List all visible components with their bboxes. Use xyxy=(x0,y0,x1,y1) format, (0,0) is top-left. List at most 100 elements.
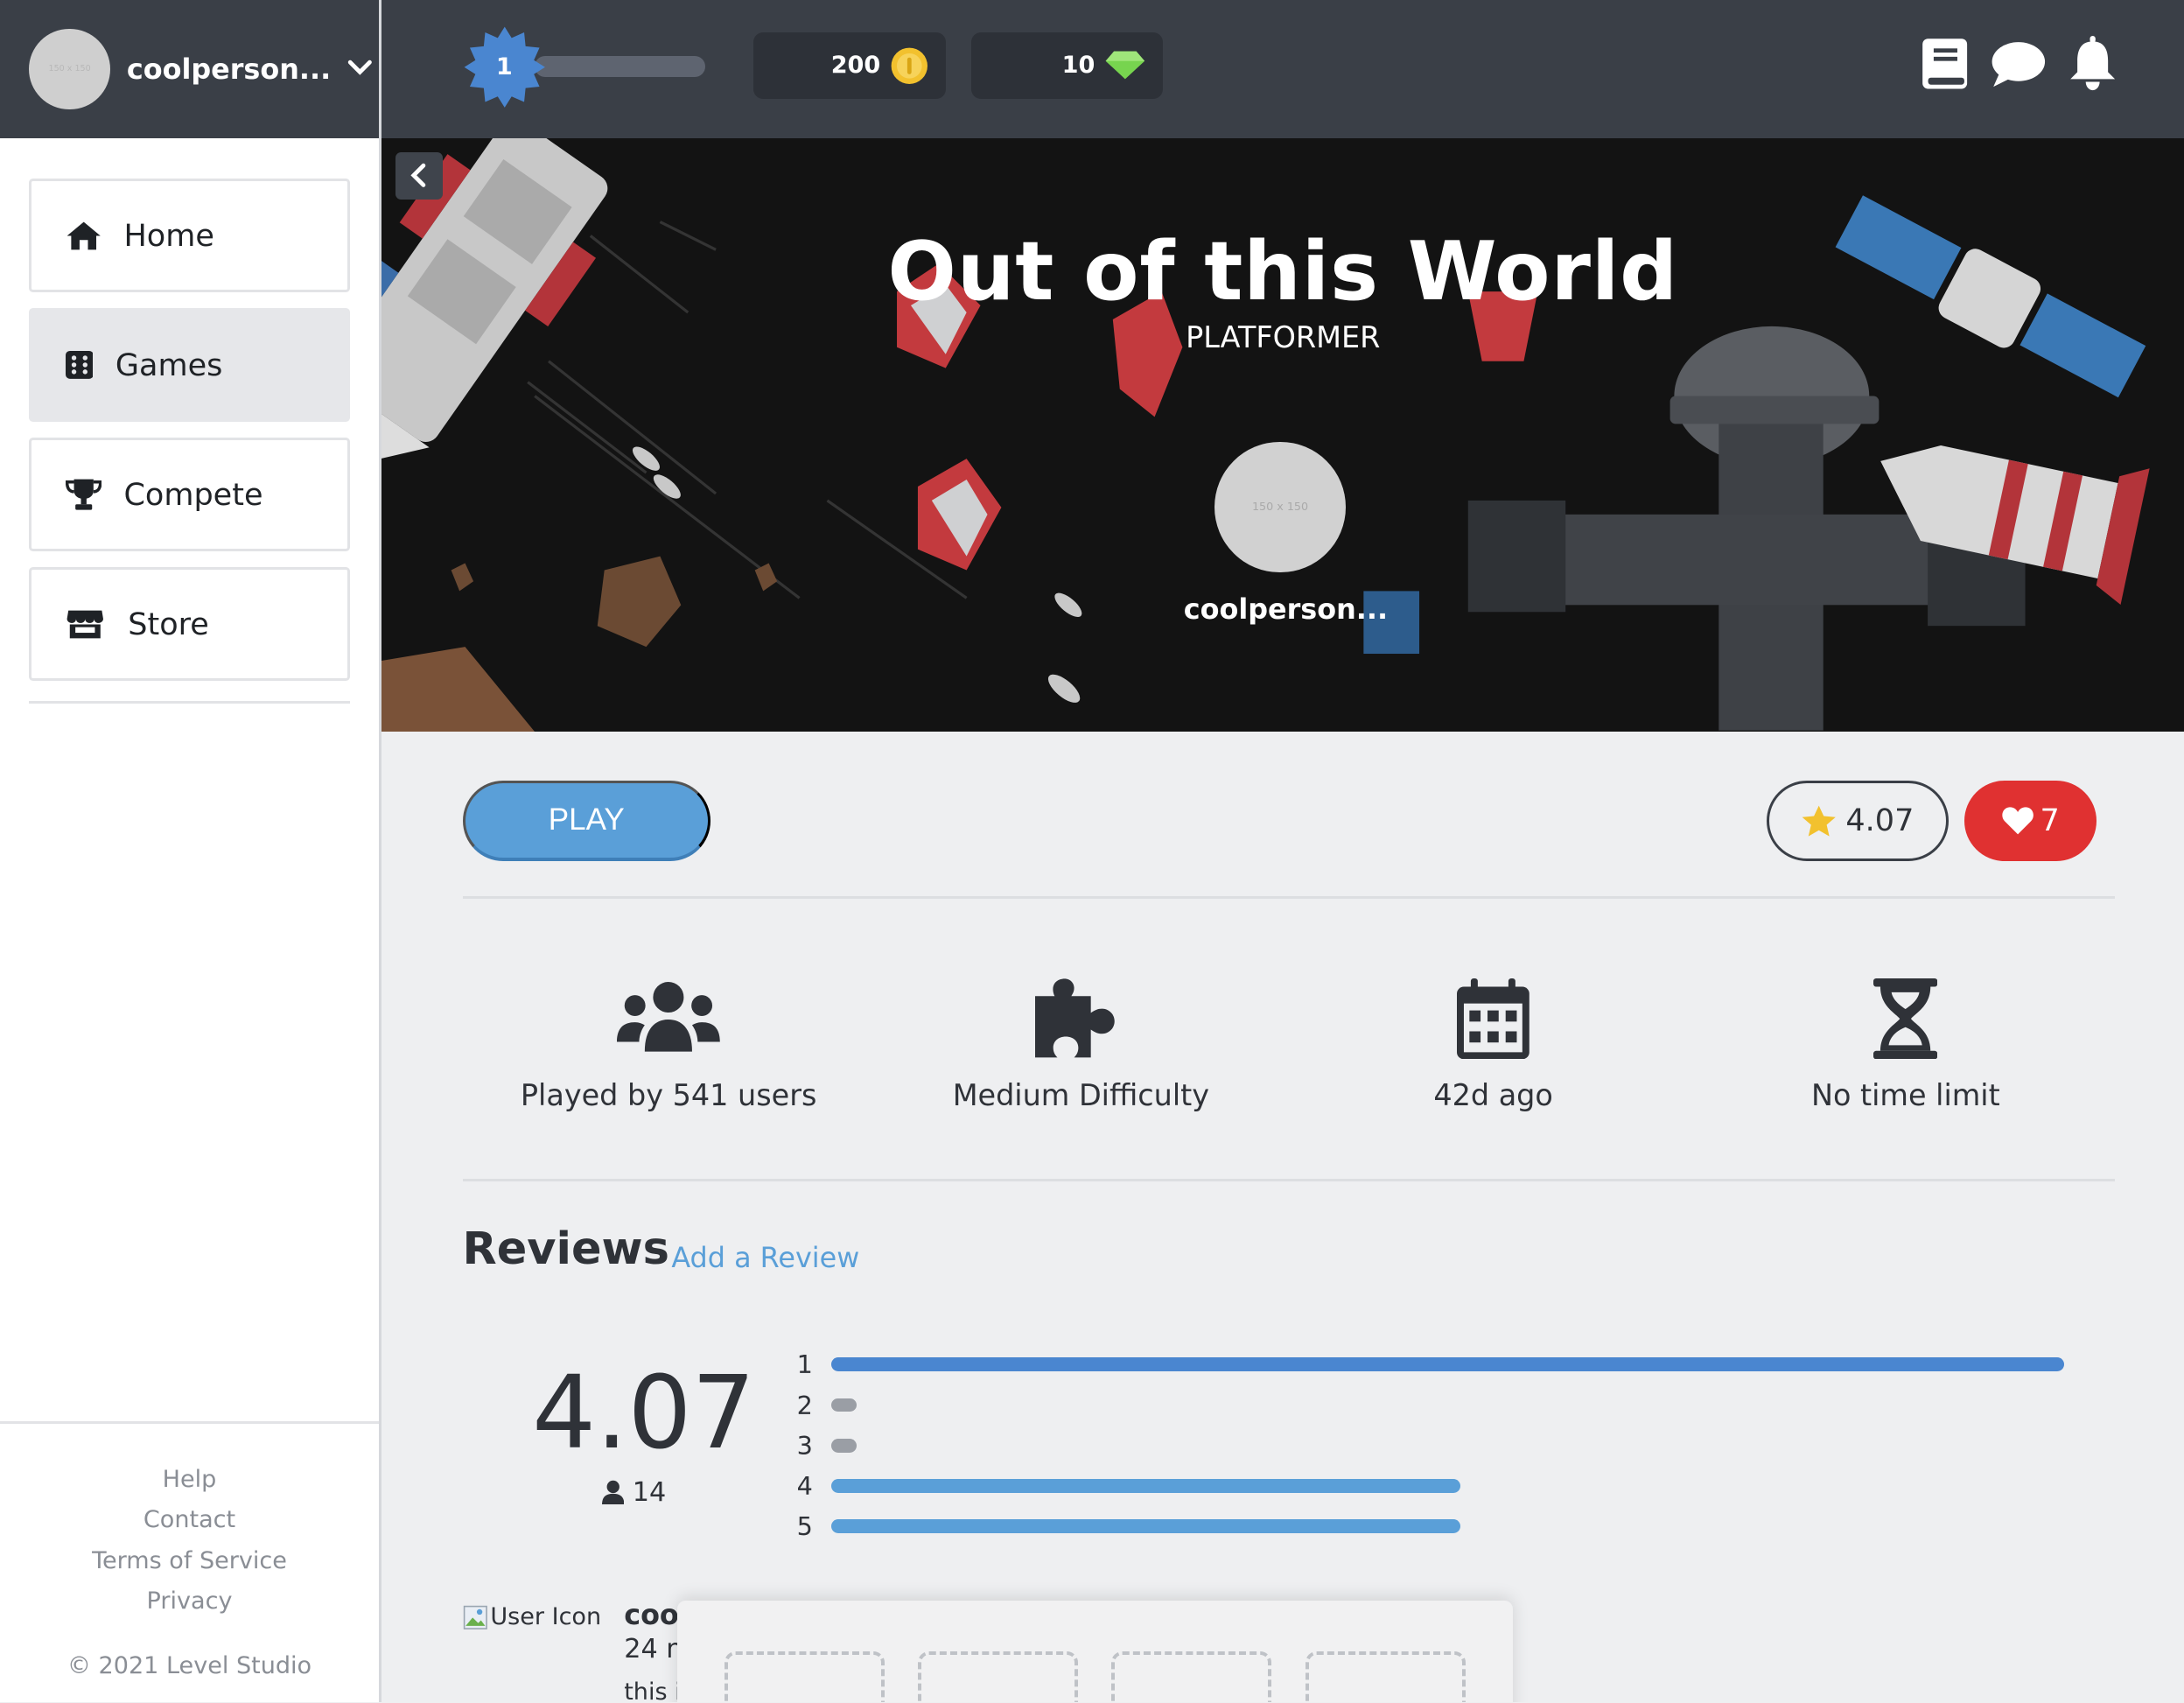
store-icon xyxy=(66,609,108,640)
terms-link[interactable]: Terms of Service xyxy=(0,1541,379,1581)
privacy-link[interactable]: Privacy xyxy=(0,1581,379,1622)
xp-progress-bar xyxy=(535,55,705,77)
puzzle-icon xyxy=(875,975,1287,1062)
sidebar: 150 x 150 coolperson... Home Games Compe… xyxy=(0,0,382,1703)
nav-item-compete[interactable]: Compete xyxy=(29,437,350,552)
game-stats: Played by 541 users Medium Difficulty 42… xyxy=(463,975,2115,1114)
stat-time-limit: No time limit xyxy=(1699,975,2111,1112)
sidebar-footer: Help Contact Terms of Service Privacy © … xyxy=(0,1420,380,1703)
rating-bar xyxy=(831,1438,857,1453)
play-button[interactable]: PLAY xyxy=(462,780,710,861)
help-link[interactable]: Help xyxy=(0,1460,379,1500)
main-nav: Home Games Compete Store xyxy=(0,138,379,682)
empty-slot[interactable] xyxy=(1305,1650,1466,1703)
rating-bar xyxy=(831,1398,857,1412)
contact-link[interactable]: Contact xyxy=(0,1500,379,1540)
divider xyxy=(462,1178,2115,1181)
rating-row-label: 5 xyxy=(796,1510,813,1541)
rating-row: 1 xyxy=(797,1344,2065,1384)
average-rating: 4.07 xyxy=(532,1356,756,1472)
copyright: © 2021 Level Studio xyxy=(66,1651,312,1679)
stat-label: Played by 541 users xyxy=(520,1078,817,1113)
like-button[interactable]: 7 xyxy=(1964,780,2096,861)
nav-label: Store xyxy=(128,606,209,642)
coin-icon xyxy=(891,47,928,84)
user-menu[interactable]: 150 x 150 coolperson... xyxy=(0,0,380,138)
like-count: 7 xyxy=(2040,802,2060,839)
author-avatar[interactable]: 150 x 150 xyxy=(1214,441,1346,573)
collapse-sidebar-button[interactable] xyxy=(396,151,444,200)
nav-label: Home xyxy=(123,217,214,254)
rating-row-label: 2 xyxy=(796,1390,813,1420)
stat-date: 42d ago xyxy=(1287,975,1699,1112)
stat-label: Medium Difficulty xyxy=(952,1078,1210,1113)
rating-bar xyxy=(831,1478,1460,1493)
rating-bar xyxy=(831,1519,1460,1533)
chevron-left-icon xyxy=(410,164,426,188)
trophy-icon xyxy=(65,478,108,511)
calendar-icon xyxy=(1287,975,1699,1062)
review-time: 24 n xyxy=(624,1634,683,1665)
nav-item-home[interactable]: Home xyxy=(29,178,350,293)
dice-icon xyxy=(65,351,108,379)
review-text: this i xyxy=(624,1678,682,1703)
book-icon[interactable] xyxy=(1920,36,1970,98)
author-name[interactable]: coolperson... xyxy=(382,592,2184,626)
nav-item-games[interactable]: Games xyxy=(29,307,350,423)
user-icon: User Icon xyxy=(463,1603,602,1631)
star-icon xyxy=(1802,805,1837,837)
rating-row-label: 3 xyxy=(796,1430,813,1461)
game-genre: PLATFORMER xyxy=(1186,320,1381,355)
reviews-heading: Reviews xyxy=(462,1223,669,1275)
rating-row-label: 1 xyxy=(796,1349,813,1380)
nav-item-store[interactable]: Store xyxy=(29,566,350,682)
divider xyxy=(462,895,2115,899)
level-badge[interactable]: 1 xyxy=(463,25,547,109)
chevron-down-icon[interactable] xyxy=(347,56,373,82)
gem-icon xyxy=(1106,51,1145,80)
stat-label: 42d ago xyxy=(1433,1078,1553,1113)
broken-image-icon xyxy=(463,1605,487,1629)
rating-row-label: 4 xyxy=(796,1470,813,1501)
rating-value: 4.07 xyxy=(1845,802,1914,839)
game-hero-banner: Out of this World PLATFORMER 150 x 150 c… xyxy=(382,137,2184,732)
stat-players: Played by 541 users xyxy=(463,975,875,1112)
top-icons xyxy=(1920,36,2118,98)
rating-row: 2 xyxy=(797,1384,2065,1425)
bell-icon[interactable] xyxy=(2068,36,2118,98)
gems-value: 10 xyxy=(1061,52,1096,80)
game-title: Out of this World xyxy=(887,224,1679,319)
heart-icon xyxy=(2002,807,2034,835)
nav-label: Compete xyxy=(123,476,263,513)
add-review-link[interactable]: Add a Review xyxy=(671,1241,859,1274)
username[interactable]: coolperson... xyxy=(127,53,331,86)
hourglass-icon xyxy=(1699,975,2111,1062)
home-icon xyxy=(66,221,108,251)
rating-distribution: 1 2 3 4 5 xyxy=(797,1344,2065,1546)
coins-counter[interactable]: 200 xyxy=(753,32,946,100)
rating-row: 5 xyxy=(797,1506,2065,1546)
coins-value: 200 xyxy=(830,52,881,80)
rating-row: 3 xyxy=(797,1426,2065,1466)
user-icon-alt-text: User Icon xyxy=(490,1603,602,1631)
stat-difficulty: Medium Difficulty xyxy=(875,975,1287,1112)
review-count: 14 xyxy=(601,1476,667,1508)
rating-bar xyxy=(831,1357,2065,1372)
nav-label: Games xyxy=(115,347,223,383)
gems-counter[interactable]: 10 xyxy=(970,32,1164,100)
empty-slot[interactable] xyxy=(1111,1650,1272,1703)
empty-slot[interactable] xyxy=(918,1650,1079,1703)
level-number: 1 xyxy=(495,53,513,81)
avatar[interactable]: 150 x 150 xyxy=(29,28,110,109)
users-icon xyxy=(463,975,875,1062)
top-bar: 1 200 10 xyxy=(382,0,2184,138)
nav-divider xyxy=(29,700,350,704)
stat-label: No time limit xyxy=(1810,1078,2000,1113)
empty-slot[interactable] xyxy=(724,1650,885,1703)
rating-button[interactable]: 4.07 xyxy=(1766,780,1950,861)
rating-row: 4 xyxy=(797,1466,2065,1506)
user-icon xyxy=(601,1480,625,1505)
overlay-panel[interactable] xyxy=(676,1601,1513,1703)
review-count-value: 14 xyxy=(632,1476,667,1508)
chat-icon[interactable] xyxy=(1991,39,2047,95)
